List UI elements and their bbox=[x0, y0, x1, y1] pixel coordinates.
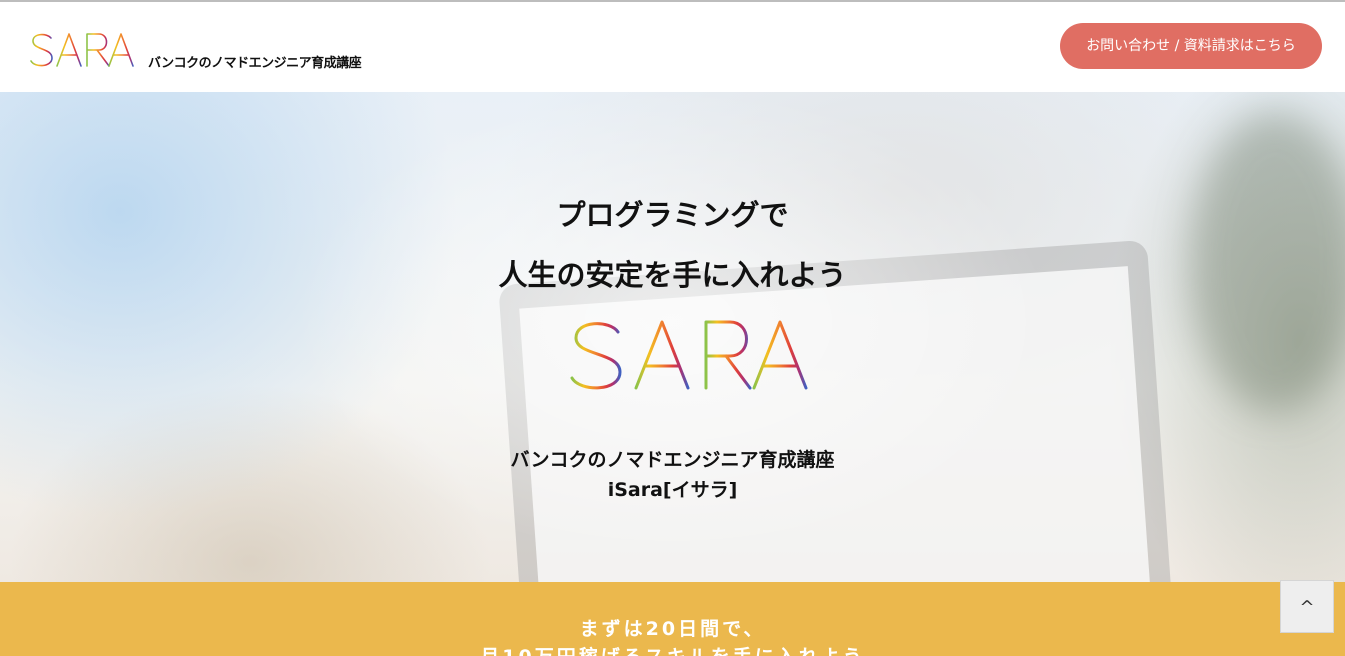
hero-subtitle-line1: バンコクのノマドエンジニア育成講座 bbox=[510, 449, 835, 471]
contact-request-button[interactable]: お問い合わせ / 資料請求はこちら bbox=[1060, 23, 1322, 69]
promo-band-line2: 月10万円稼げるスキルを手に入れよう bbox=[0, 642, 1345, 656]
hero-headline-line1: プログラミングで bbox=[556, 198, 789, 232]
hero-headline-line2: 人生の安定を手に入れよう bbox=[498, 258, 847, 292]
hero-section: プログラミングで 人生の安定を手に入れよう バンコクのノマドエンジニア育成講座 … bbox=[0, 92, 1345, 582]
isara-logo[interactable] bbox=[17, 28, 137, 70]
promo-band: まずは20日間で、 月10万円稼げるスキルを手に入れよう bbox=[0, 582, 1345, 656]
hero-isara-logo bbox=[542, 318, 808, 390]
header-tagline: バンコクのノマドエンジニア育成講座 bbox=[148, 56, 362, 71]
hero-subtitle-line2: iSara[イサラ] bbox=[607, 479, 738, 501]
chevron-up-icon: ^ bbox=[1299, 597, 1315, 618]
page: バンコクのノマドエンジニア育成講座 お問い合わせ / 資料請求はこちら プログラ… bbox=[0, 0, 1345, 656]
site-header: バンコクのノマドエンジニア育成講座 お問い合わせ / 資料請求はこちら bbox=[0, 0, 1345, 92]
scroll-to-top-button[interactable]: ^ bbox=[1280, 580, 1334, 633]
promo-band-line1: まずは20日間で、 bbox=[579, 618, 766, 640]
